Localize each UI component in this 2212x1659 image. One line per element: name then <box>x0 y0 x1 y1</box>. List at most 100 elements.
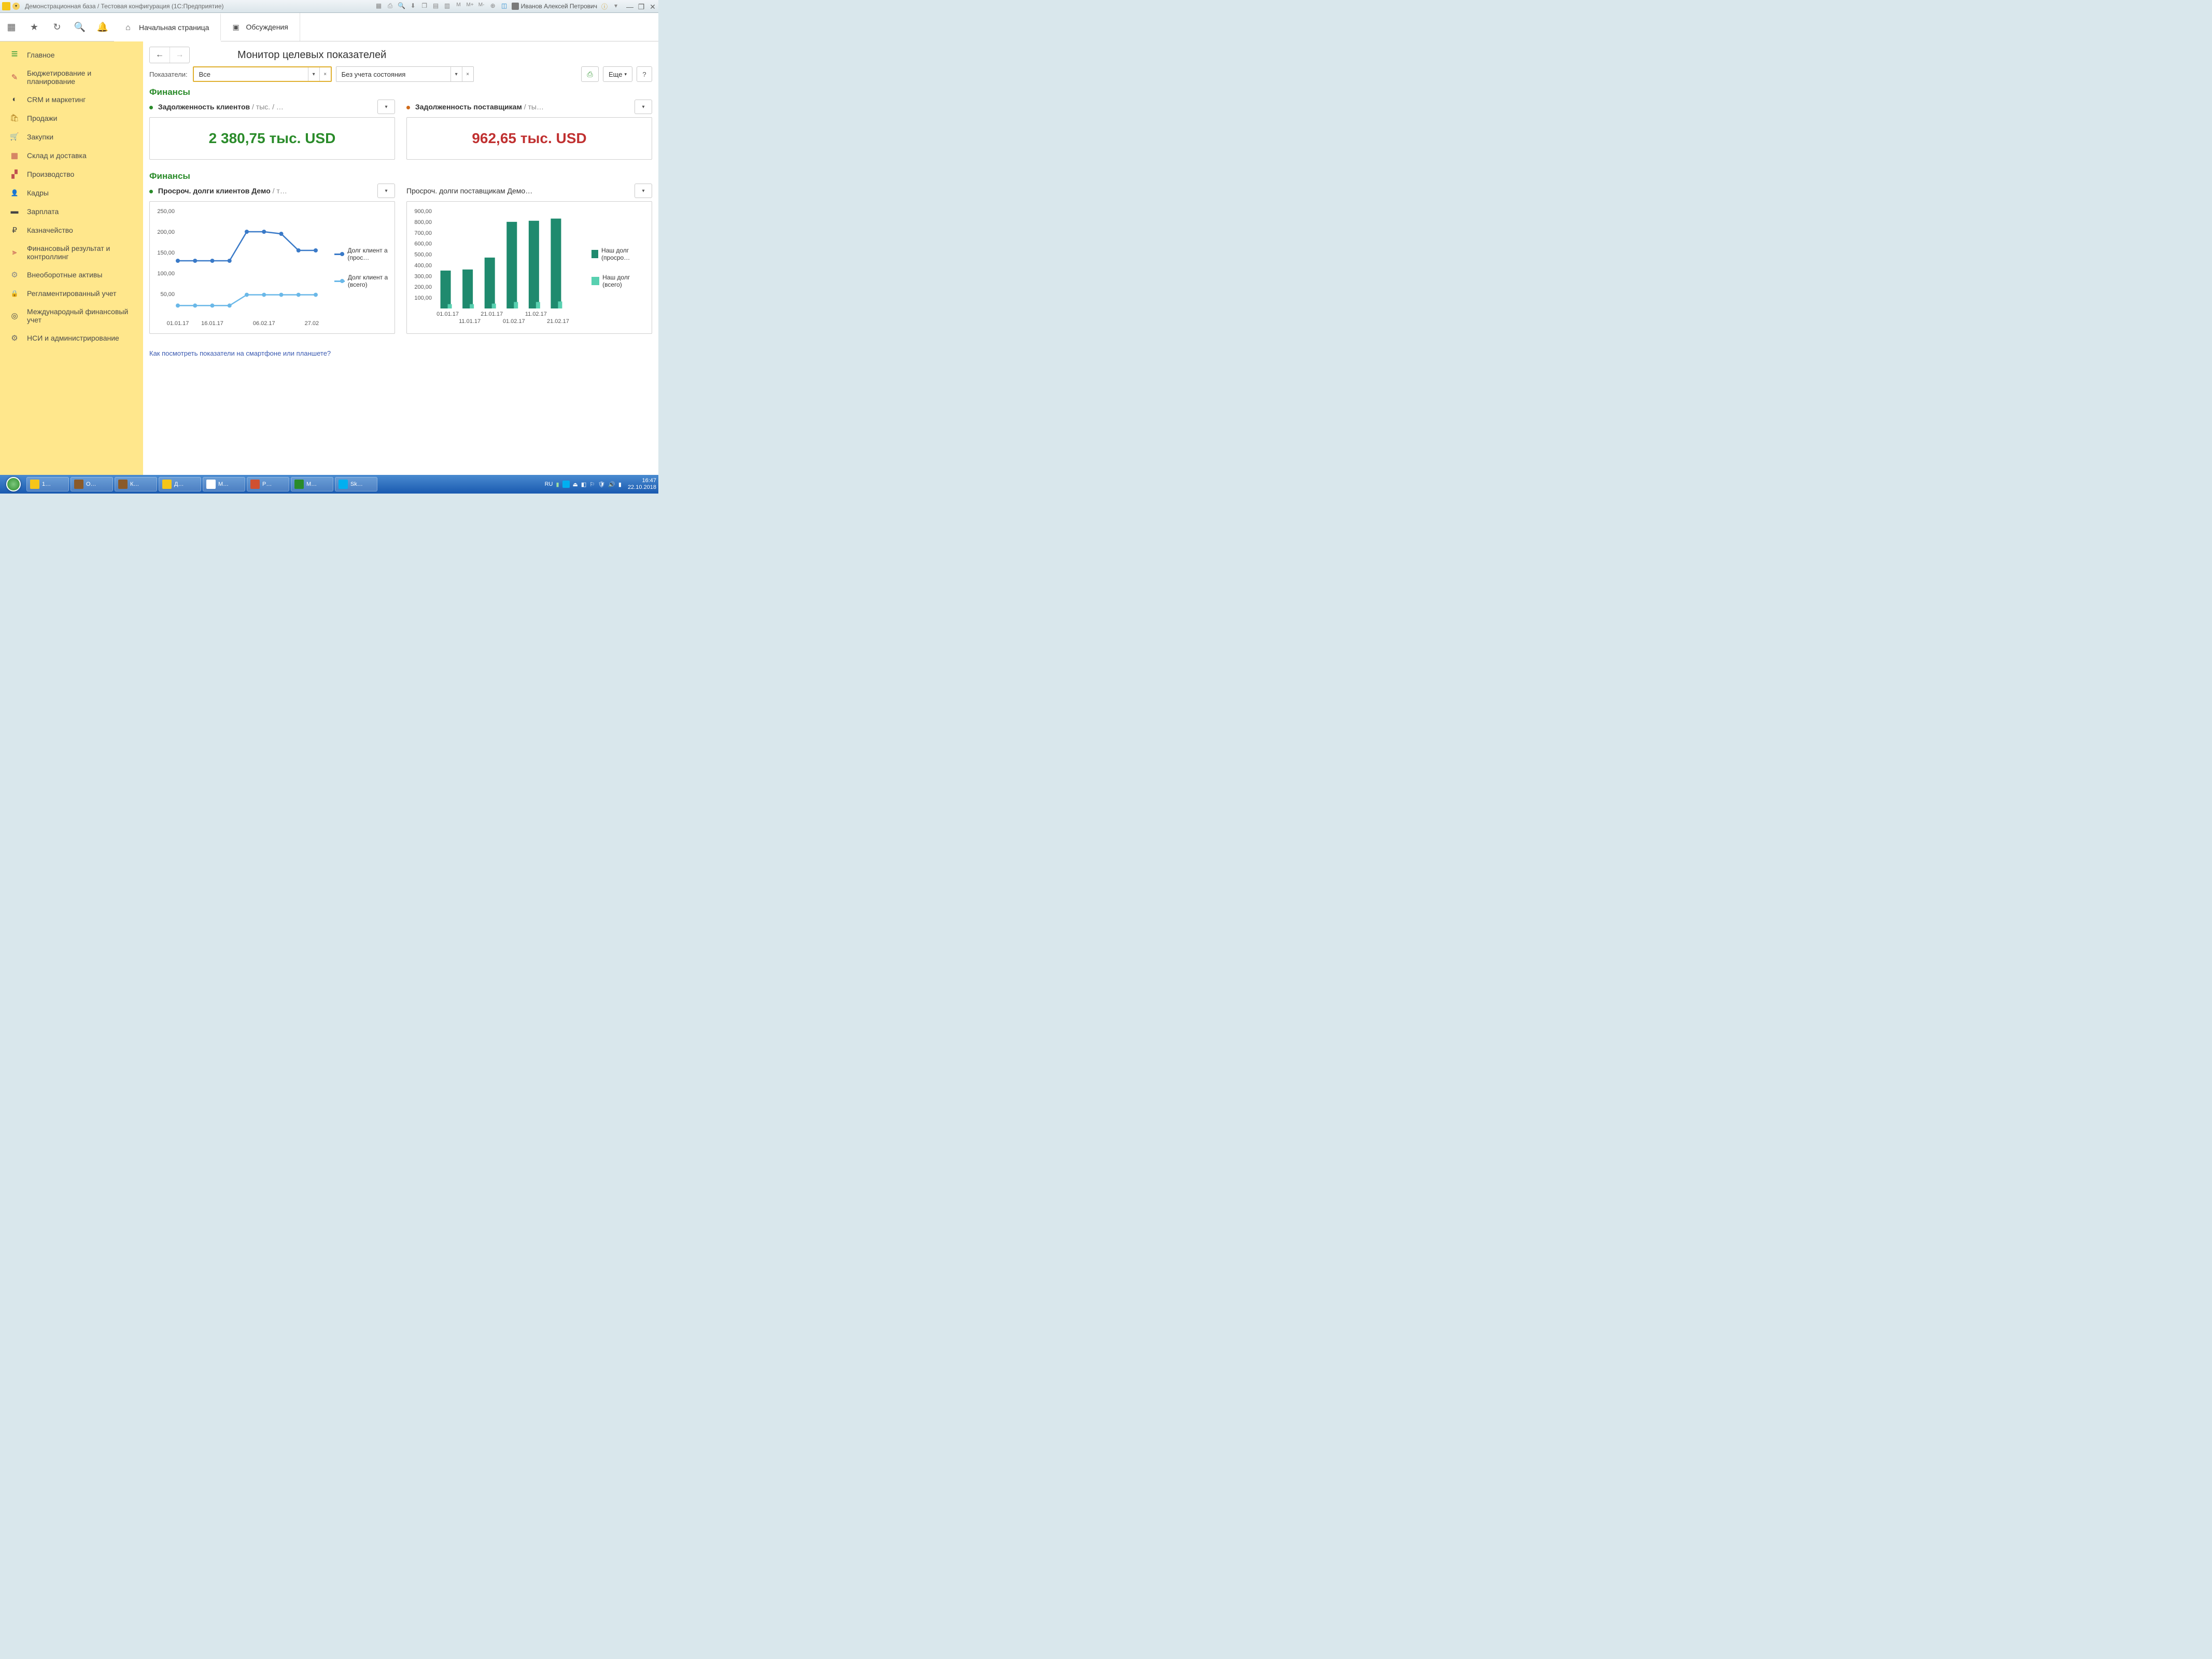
titlebar-new-icon[interactable]: ▦ <box>375 2 383 10</box>
tray-icon[interactable]: ▮ <box>618 481 622 488</box>
tray-icon[interactable]: ⚐ <box>589 481 595 488</box>
search-button[interactable]: 🔍 <box>68 13 91 41</box>
tray-icon[interactable] <box>562 481 570 488</box>
help-button[interactable]: ? <box>637 66 652 82</box>
sidebar-item-2[interactable]: CRM и маркетинг <box>0 90 143 109</box>
task-label: К… <box>130 481 139 487</box>
titlebar-user[interactable]: Иванов Алексей Петрович <box>512 3 597 10</box>
history-button[interactable]: ↻ <box>46 13 68 41</box>
tray-icon[interactable]: ⏏ <box>573 481 578 488</box>
nav-forward-button[interactable]: → <box>170 47 189 63</box>
filter-indicators-clear[interactable]: × <box>319 67 331 81</box>
close-button[interactable]: ✕ <box>649 3 656 10</box>
svg-text:100,00: 100,00 <box>414 295 432 301</box>
titlebar-copy-icon[interactable]: ❐ <box>420 2 429 10</box>
titlebar-calc-icon[interactable]: ▤ <box>432 2 440 10</box>
taskbar-task-6[interactable]: М… <box>291 477 333 491</box>
app-dropdown-icon[interactable]: ▾ <box>12 3 20 10</box>
sidebar-item-11[interactable]: Внеоборотные активы <box>0 265 143 284</box>
start-orb-icon <box>6 477 21 491</box>
tray-clock[interactable]: 16:47 22.10.2018 <box>628 477 656 491</box>
titlebar-m1-icon[interactable]: M <box>455 2 463 10</box>
titlebar-dropdown2-icon[interactable]: ▾ <box>612 2 620 10</box>
minimize-button[interactable]: — <box>626 3 633 10</box>
fin-icon <box>9 248 20 257</box>
assets-icon <box>9 270 20 279</box>
filter-indicators-combo[interactable]: Все ▾ × <box>193 66 332 82</box>
task-label: Sk… <box>350 481 363 487</box>
taskbar-task-7[interactable]: Sk… <box>335 477 377 491</box>
footer-help-link[interactable]: Как посмотреть показатели на смартфоне и… <box>149 349 652 357</box>
nav-back-button[interactable]: ← <box>150 47 170 63</box>
sidebar-item-label: Закупки <box>27 133 53 141</box>
sidebar-item-10[interactable]: Финансовый результат и контроллинг <box>0 240 143 265</box>
filter-indicators-drop[interactable]: ▾ <box>308 67 319 81</box>
sidebar-item-label: Финансовый результат и контроллинг <box>27 244 134 261</box>
task-icon <box>206 480 216 489</box>
system-tray[interactable]: RU ▮ ⏏ ◧ ⚐ 🛡 🔊 ▮ 16:47 22.10.2018 <box>545 477 656 491</box>
window-title: Демонстрационная база / Тестовая конфигу… <box>25 3 224 10</box>
taskbar-task-5[interactable]: P… <box>247 477 289 491</box>
sidebar-item-7[interactable]: Кадры <box>0 184 143 202</box>
taskbar-task-1[interactable]: О… <box>71 477 113 491</box>
sidebar-item-12[interactable]: Регламентированный учет <box>0 284 143 303</box>
sidebar-item-8[interactable]: Зарплата <box>0 202 143 221</box>
kpi-menu-2[interactable]: ▾ <box>635 100 652 114</box>
titlebar-zoom-icon[interactable]: ⊕ <box>489 2 497 10</box>
taskbar-task-3[interactable]: Д… <box>159 477 201 491</box>
tab-home[interactable]: Начальная страница <box>114 13 221 41</box>
maximize-button[interactable]: ❐ <box>638 3 645 10</box>
tray-icon[interactable]: 🛡 <box>598 481 605 488</box>
sidebar-item-5[interactable]: Склад и доставка <box>0 146 143 165</box>
sidebar-item-9[interactable]: Казначейство <box>0 221 143 240</box>
section-finance-1[interactable]: Финансы <box>149 87 652 97</box>
print-button[interactable]: ⎙ <box>581 66 599 82</box>
content-area: ← → Монитор целевых показателей Показате… <box>143 41 658 475</box>
task-label: P… <box>262 481 272 487</box>
tray-icon[interactable]: 🔊 <box>608 481 615 488</box>
sidebar-item-label: Зарплата <box>27 207 59 216</box>
intl-icon <box>9 311 20 320</box>
favorites-button[interactable]: ★ <box>23 13 46 41</box>
sidebar-item-1[interactable]: Бюджетирование и планирование <box>0 64 143 90</box>
titlebar-info-icon[interactable]: ⓘ <box>600 2 609 10</box>
more-button[interactable]: Еще ▾ <box>603 66 632 82</box>
task-icon <box>339 480 348 489</box>
taskbar-task-2[interactable]: К… <box>115 477 157 491</box>
titlebar-m3-icon[interactable]: M- <box>477 2 486 10</box>
filter-label: Показатели: <box>149 71 188 78</box>
tray-lang[interactable]: RU <box>545 481 553 487</box>
sidebar-item-0[interactable]: Главное <box>0 46 143 64</box>
filter-state-combo[interactable]: Без учета состояния ▾ × <box>336 66 474 82</box>
sidebar-item-label: Производство <box>27 170 74 178</box>
start-button[interactable] <box>2 476 25 492</box>
titlebar-panel-icon[interactable]: ◫ <box>500 2 509 10</box>
kpi-menu-1[interactable]: ▾ <box>377 100 395 114</box>
tray-icon[interactable]: ◧ <box>581 481 586 488</box>
tab-discussions[interactable]: Обсуждения <box>221 13 300 41</box>
filter-state-drop[interactable]: ▾ <box>450 67 462 81</box>
titlebar-save-icon[interactable]: ⬇ <box>409 2 417 10</box>
tray-icon[interactable]: ▮ <box>556 481 559 488</box>
legend-line-icon <box>334 280 345 282</box>
titlebar-cal-icon[interactable]: ▥ <box>443 2 452 10</box>
hr-icon <box>9 188 20 198</box>
taskbar-task-4[interactable]: М… <box>203 477 245 491</box>
titlebar-preview-icon[interactable]: 🔍 <box>398 2 406 10</box>
sidebar-item-label: Главное <box>27 51 55 59</box>
section-finance-2[interactable]: Финансы <box>149 171 652 181</box>
chart-menu-1[interactable]: ▾ <box>377 184 395 198</box>
sidebar-item-3[interactable]: Продажи <box>0 109 143 128</box>
sidebar-item-4[interactable]: Закупки <box>0 128 143 146</box>
notifications-button[interactable]: 🔔 <box>91 13 114 41</box>
taskbar-task-0[interactable]: 1… <box>26 477 69 491</box>
sidebar-item-13[interactable]: Международный финансовый учет <box>0 303 143 329</box>
titlebar-m2-icon[interactable]: M+ <box>466 2 474 10</box>
chart-menu-2[interactable]: ▾ <box>635 184 652 198</box>
sidebar-item-14[interactable]: НСИ и администрирование <box>0 329 143 347</box>
sidebar-item-6[interactable]: Производство <box>0 165 143 184</box>
filter-state-clear[interactable]: × <box>462 67 473 81</box>
titlebar-print-icon[interactable]: ⎙ <box>386 2 395 10</box>
svg-text:700,00: 700,00 <box>414 230 432 236</box>
apps-grid-button[interactable]: ▦ <box>0 13 23 41</box>
